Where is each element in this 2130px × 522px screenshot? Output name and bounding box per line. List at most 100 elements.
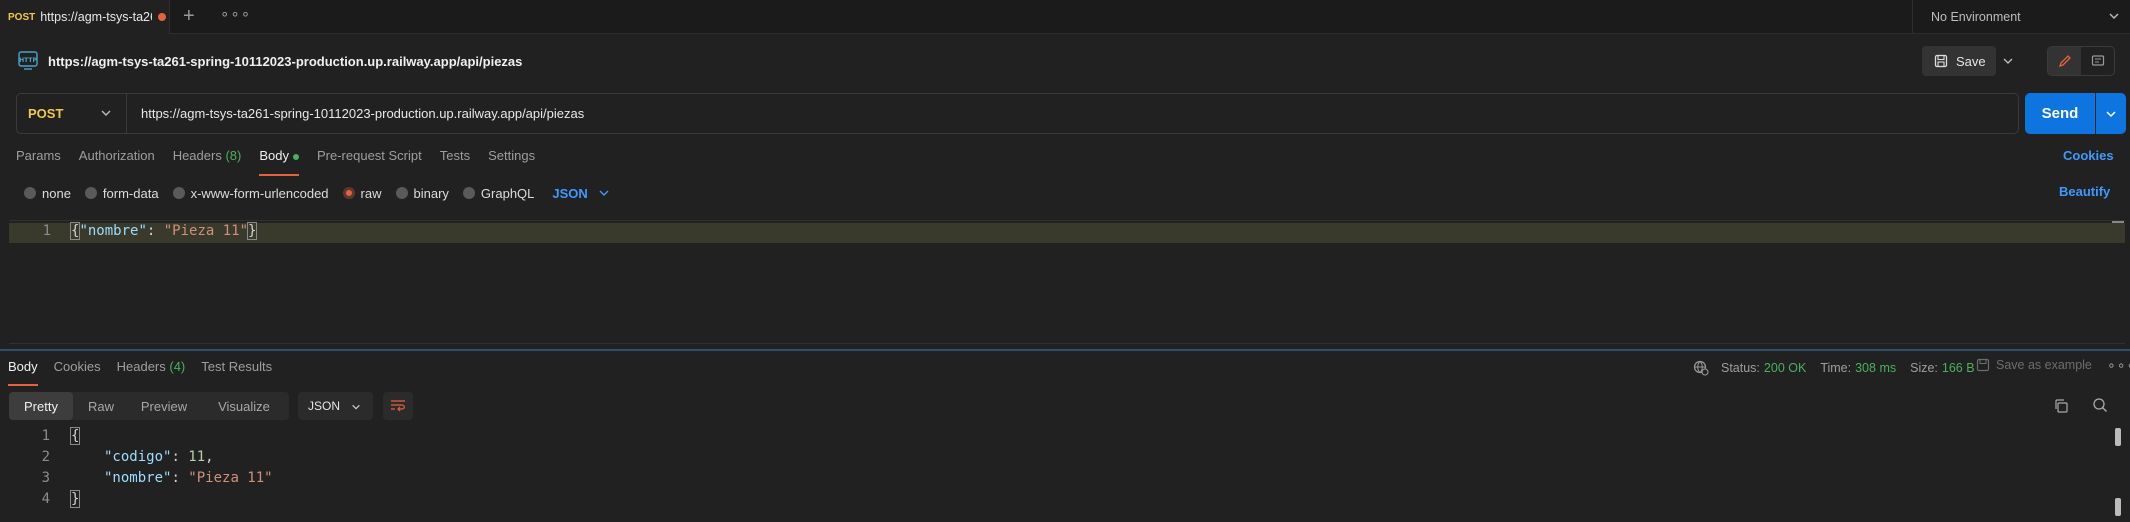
chevron-down-icon [2106,110,2116,117]
headers-count: (8) [225,148,242,163]
response-format-select[interactable]: JSON [298,392,373,420]
tab-body[interactable]: Body [259,148,299,176]
tab-params[interactable]: Params [16,148,61,166]
comment-icon [2091,55,2104,66]
url-input[interactable]: https://agm-tsys-ta261-spring-10112023-p… [141,94,2001,133]
resp-tab-test-results[interactable]: Test Results [201,359,272,377]
radio-binary[interactable]: binary [395,186,449,201]
time-value[interactable]: 308 ms [1855,361,1896,375]
tab-tests[interactable]: Tests [440,148,470,166]
json-number: 11 [188,449,206,465]
request-title[interactable]: https://agm-tsys-ta261-spring-10112023-p… [48,54,522,69]
chevron-down-icon [2109,13,2119,19]
tab-bar: POST https://agm-tsys-ta26 + ∘∘∘ No Envi… [0,0,2130,34]
view-preview[interactable]: Preview [129,392,199,420]
save-button[interactable]: Save [1922,46,1996,76]
response-meta: Status: 200 OK Time: 308 ms Size: 166 B [1693,359,1989,377]
wrap-lines-button[interactable] [383,392,413,420]
tab-authorization[interactable]: Authorization [79,148,155,166]
radio-selected-icon [342,187,355,199]
pencil-icon [2058,55,2071,68]
tab-title: https://agm-tsys-ta26 [40,10,153,24]
cookies-link[interactable]: Cookies [2063,148,2114,163]
globe-network-icon[interactable] [1693,360,1709,376]
resp-tab-headers-label: Headers [116,359,166,374]
more-tabs-icon[interactable]: ∘∘∘ [220,5,251,23]
request-title-row: HTTP https://agm-tsys-ta261-spring-10112… [16,50,522,72]
response-tabs: Body Cookies Headers (4) Test Results [8,359,288,386]
send-options-button[interactable] [2096,93,2126,134]
request-tabs: Params Authorization Headers (8) Body Pr… [16,148,553,176]
edit-mode-button[interactable] [2048,47,2081,75]
radio-none-label: none [42,185,71,201]
request-body-editor[interactable]: 1 {"nombre": "Pieza 11"} [9,220,2125,344]
response-more-icon[interactable]: ∘∘∘ [2107,357,2130,374]
radio-raw[interactable]: raw [342,185,382,201]
svg-text:HTTP: HTTP [19,57,37,64]
tab-headers[interactable]: Headers (8) [173,148,242,166]
body-format-select[interactable]: JSON [552,186,609,201]
json-colon: : [171,470,189,486]
code-line: {"nombre": "Pieza 11"} [69,222,258,240]
response-format-label: JSON [308,399,341,413]
save-as-example-button[interactable]: Save as example [1976,358,2092,372]
environment-selector[interactable]: No Environment [1912,0,2130,34]
environment-label: No Environment [1931,10,2021,24]
copy-icon[interactable] [2053,398,2069,414]
chevron-down-icon [2003,58,2013,64]
tab-headers-label: Headers [172,148,222,163]
http-request-icon: HTTP [18,51,38,70]
method-select[interactable]: POST [17,94,127,133]
status-value[interactable]: 200 OK [1764,361,1806,375]
search-icon[interactable] [2092,397,2108,413]
view-visualize[interactable]: Visualize [199,392,289,420]
radio-urlencoded-label: x-www-form-urlencoded [190,185,329,201]
radio-none[interactable]: none [24,186,71,201]
tab-settings[interactable]: Settings [488,148,535,166]
tab-prerequest-script[interactable]: Pre-request Script [317,148,422,166]
line-number: 3 [41,470,50,486]
beautify-link[interactable]: Beautify [2059,184,2110,199]
view-raw[interactable]: Raw [73,392,129,420]
body-indicator-dot-icon [292,153,299,160]
radio-form-data-label: form-data [102,185,159,201]
size-value[interactable]: 166 B [1942,361,1975,375]
response-scrollbar[interactable] [2115,428,2121,446]
line-number: 2 [41,449,50,465]
resp-tab-cookies[interactable]: Cookies [54,359,101,377]
response-scrollbar[interactable] [2115,498,2121,516]
tab-body-label: Body [259,148,289,163]
radio-graphql[interactable]: GraphQL [462,186,534,201]
new-tab-plus-icon[interactable]: + [183,6,195,26]
chevron-down-icon [599,190,609,196]
unsaved-dot-icon [158,13,167,21]
active-line-highlight [9,223,2125,243]
resp-tab-headers[interactable]: Headers (4) [117,359,186,377]
save-options-button[interactable] [1998,46,2018,76]
body-type-options: none form-data x-www-form-urlencoded raw… [24,184,610,202]
json-key: "nombre" [79,223,147,239]
send-button[interactable]: Send [2025,93,2095,134]
method-label: POST [28,106,64,121]
radio-form-data[interactable]: form-data [84,185,159,201]
docs-mode-button[interactable] [2081,47,2114,75]
chevron-down-icon [101,110,111,116]
editor-scrollbar[interactable] [2112,221,2124,223]
request-bar: POST https://agm-tsys-ta261-spring-10112… [16,93,2019,134]
json-brace: } [69,490,81,508]
radio-circle-icon [395,187,408,199]
line-number: 1 [41,428,50,444]
view-pretty[interactable]: Pretty [9,392,73,420]
radio-urlencoded[interactable]: x-www-form-urlencoded [172,185,329,201]
save-as-example-label: Save as example [1996,358,2092,372]
request-tab[interactable]: POST https://agm-tsys-ta26 [0,0,170,34]
radio-circle-icon [24,187,36,199]
wrap-lines-icon [391,400,405,412]
radio-raw-label: raw [360,185,382,201]
pane-resizer[interactable] [0,349,2130,351]
resp-headers-count: (4) [169,359,186,374]
code-line: "codigo": 11, [104,449,214,465]
view-mode-toggle [2047,46,2115,76]
line-number: 1 [42,223,51,239]
resp-tab-body[interactable]: Body [8,359,38,386]
